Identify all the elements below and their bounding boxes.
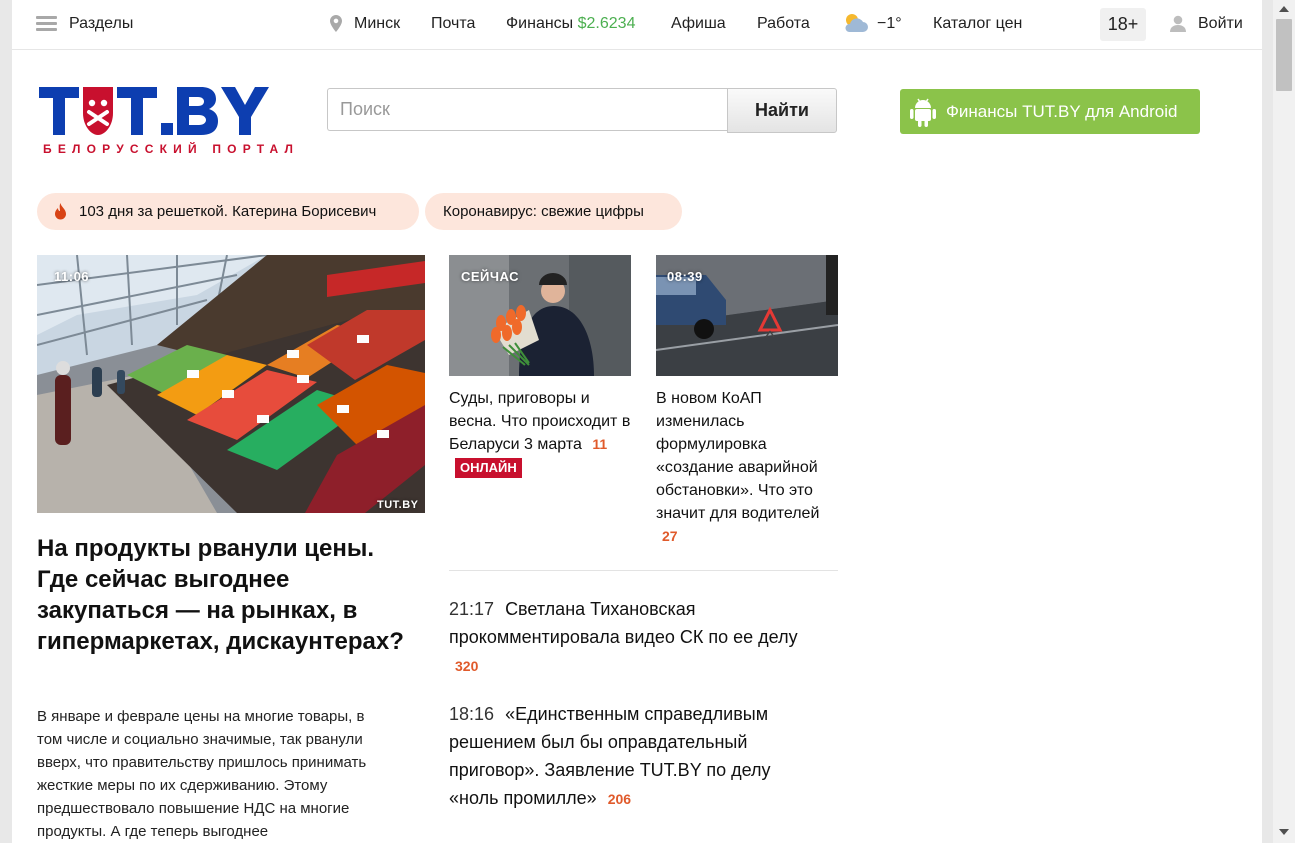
scroll-up-arrow-icon[interactable] bbox=[1279, 6, 1289, 12]
news-item[interactable]: 21:17 Светлана Тихановская прокомментиро… bbox=[449, 595, 809, 680]
main-story-title[interactable]: На продукты рванули цены. Где сейчас выг… bbox=[37, 533, 417, 657]
online-badge: ОНЛАЙН bbox=[455, 458, 522, 478]
scroll-down-arrow-icon[interactable] bbox=[1279, 829, 1289, 835]
main-story-image[interactable] bbox=[37, 255, 425, 513]
android-app-button[interactable]: Финансы TUT.BY для Android bbox=[900, 89, 1200, 134]
top-navigation: Разделы Минск Почта Финансы $2.6234 Афиш… bbox=[12, 0, 1262, 50]
comment-count: 11 bbox=[592, 436, 608, 452]
logo-subtitle: БЕЛОРУССКИЙ ПОРТАЛ bbox=[43, 142, 300, 156]
login-link[interactable]: Войти bbox=[1198, 15, 1243, 33]
card-koap-time: 08:39 bbox=[667, 269, 703, 284]
comment-count: 27 bbox=[662, 528, 678, 544]
divider bbox=[449, 570, 838, 571]
finance-label: Финансы bbox=[506, 15, 574, 32]
afisha-link[interactable]: Афиша bbox=[671, 15, 726, 33]
scrollbar-thumb[interactable] bbox=[1276, 19, 1292, 91]
topic-chip-coronavirus[interactable]: Коронавирус: свежие цифры bbox=[425, 193, 682, 230]
comment-count: 320 bbox=[455, 658, 479, 674]
age-rating-badge: 18+ bbox=[1100, 8, 1146, 41]
sections-link[interactable]: Разделы bbox=[69, 15, 133, 33]
jobs-link[interactable]: Работа bbox=[757, 15, 810, 33]
image-watermark: TUT.BY bbox=[377, 499, 419, 511]
finance-link[interactable]: Финансы $2.6234 bbox=[506, 15, 635, 33]
search-button[interactable]: Найти bbox=[727, 88, 837, 133]
cloud-sun-icon bbox=[845, 14, 868, 32]
card-live-label: СЕЙЧАС bbox=[461, 269, 519, 284]
news-item[interactable]: 18:16 «Единственным справедливым решение… bbox=[449, 700, 809, 813]
mail-link[interactable]: Почта bbox=[431, 15, 475, 33]
card-live[interactable]: Суды, приговоры и весна. Что происходит … bbox=[449, 387, 634, 479]
scrollbar[interactable] bbox=[1273, 0, 1295, 843]
flame-icon bbox=[55, 203, 66, 220]
android-button-label: Финансы TUT.BY для Android bbox=[946, 101, 1178, 121]
city-link[interactable]: Минск bbox=[354, 15, 400, 33]
main-story-lead: В январе и феврале цены на многие товары… bbox=[37, 708, 367, 840]
map-pin-icon bbox=[330, 15, 342, 32]
topic-chip-borisevich[interactable]: 103 дня за решеткой. Катерина Борисевич bbox=[37, 193, 419, 230]
hamburger-icon[interactable] bbox=[36, 16, 57, 32]
news-time: 18:16 bbox=[449, 704, 495, 724]
card-koap[interactable]: В новом КоАП изменилась формулировка «со… bbox=[656, 387, 836, 548]
comment-count: 206 bbox=[607, 791, 632, 807]
chip-label: 103 дня за решеткой. Катерина Борисевич bbox=[79, 203, 377, 220]
page: Разделы Минск Почта Финансы $2.6234 Афиш… bbox=[12, 0, 1262, 843]
main-story-time: 11:06 bbox=[54, 269, 90, 284]
price-catalog-link[interactable]: Каталог цен bbox=[933, 15, 1022, 33]
tutby-logo[interactable] bbox=[37, 85, 299, 137]
user-icon bbox=[1170, 15, 1186, 32]
weather-temperature[interactable]: −1° bbox=[877, 15, 902, 33]
news-time: 21:17 bbox=[449, 599, 495, 619]
search-input[interactable] bbox=[327, 88, 727, 131]
android-icon bbox=[910, 98, 936, 127]
news-title: Светлана Тихановская прокомментировала в… bbox=[449, 599, 798, 647]
card-koap-title: В новом КоАП изменилась формулировка «со… bbox=[656, 390, 820, 522]
usd-rate: $2.6234 bbox=[577, 15, 636, 32]
